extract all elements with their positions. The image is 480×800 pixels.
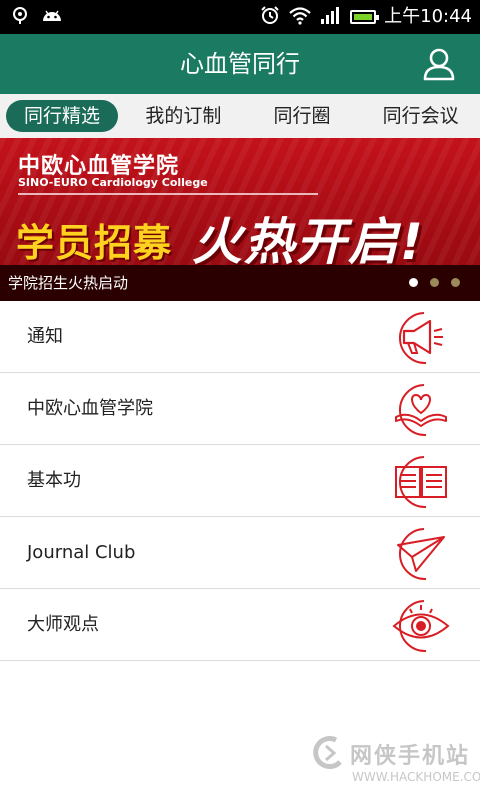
- menu-item-journal-club[interactable]: Journal Club: [0, 517, 480, 589]
- open-book-icon: [390, 453, 452, 511]
- menu-item-notices[interactable]: 通知: [0, 301, 480, 373]
- alarm-icon: [260, 5, 280, 29]
- heart-book-icon: [390, 381, 452, 439]
- signal-icon: [320, 5, 342, 29]
- banner-divider: [18, 193, 318, 195]
- app-title: 心血管同行: [180, 50, 300, 78]
- promo-banner[interactable]: 中欧心血管学院 SINO-EURO Cardiology College 学员招…: [0, 138, 480, 301]
- menu-item-label: 通知: [27, 326, 63, 347]
- tab-conferences[interactable]: 同行会议: [361, 100, 480, 132]
- notification-icon: [10, 5, 30, 29]
- banner-headline-right: 火热开启!: [192, 213, 425, 271]
- status-time: 上午10:44: [384, 6, 472, 27]
- tab-bar: 同行精选 我的订制 同行圈 同行会议: [0, 94, 480, 138]
- page-dot[interactable]: [430, 278, 439, 287]
- tab-my-subscriptions[interactable]: 我的订制: [124, 100, 243, 132]
- menu-item-college[interactable]: 中欧心血管学院: [0, 373, 480, 445]
- banner-headline-left: 学员招募: [16, 221, 173, 265]
- megaphone-icon: [390, 309, 452, 367]
- battery-icon: [350, 10, 380, 24]
- menu-item-master-views[interactable]: 大师观点: [0, 589, 480, 661]
- page-indicator: [409, 278, 460, 287]
- menu-item-basics[interactable]: 基本功: [0, 445, 480, 517]
- watermark-brand: 网侠手机站: [350, 744, 471, 769]
- tab-peer-circle[interactable]: 同行圈: [243, 100, 362, 132]
- menu-item-label: 大师观点: [27, 614, 99, 635]
- app-bar: 心血管同行: [0, 34, 480, 94]
- wifi-icon: [288, 5, 312, 29]
- watermark: 网侠手机站 WWW.HACKHOME.COM: [312, 732, 480, 792]
- android-icon: [40, 5, 64, 29]
- banner-caption: 学院招生火热启动: [8, 274, 129, 292]
- menu-item-label: Journal Club: [27, 542, 136, 563]
- tab-featured[interactable]: 同行精选: [6, 100, 118, 132]
- banner-subtitle: SINO-EURO Cardiology College: [18, 176, 208, 189]
- eye-icon: [390, 597, 452, 655]
- menu-list: 通知 中欧心血管学院 基本功 Journal Club 大师观点: [0, 301, 480, 661]
- menu-item-label: 基本功: [27, 470, 81, 491]
- page-dot[interactable]: [451, 278, 460, 287]
- page-dot[interactable]: [409, 278, 418, 287]
- paper-plane-icon: [390, 525, 452, 583]
- watermark-url: WWW.HACKHOME.COM: [352, 770, 480, 784]
- user-icon[interactable]: [420, 45, 458, 83]
- watermark-logo-icon: [312, 736, 346, 770]
- menu-item-label: 中欧心血管学院: [27, 398, 153, 419]
- status-bar: 上午10:44: [0, 0, 480, 34]
